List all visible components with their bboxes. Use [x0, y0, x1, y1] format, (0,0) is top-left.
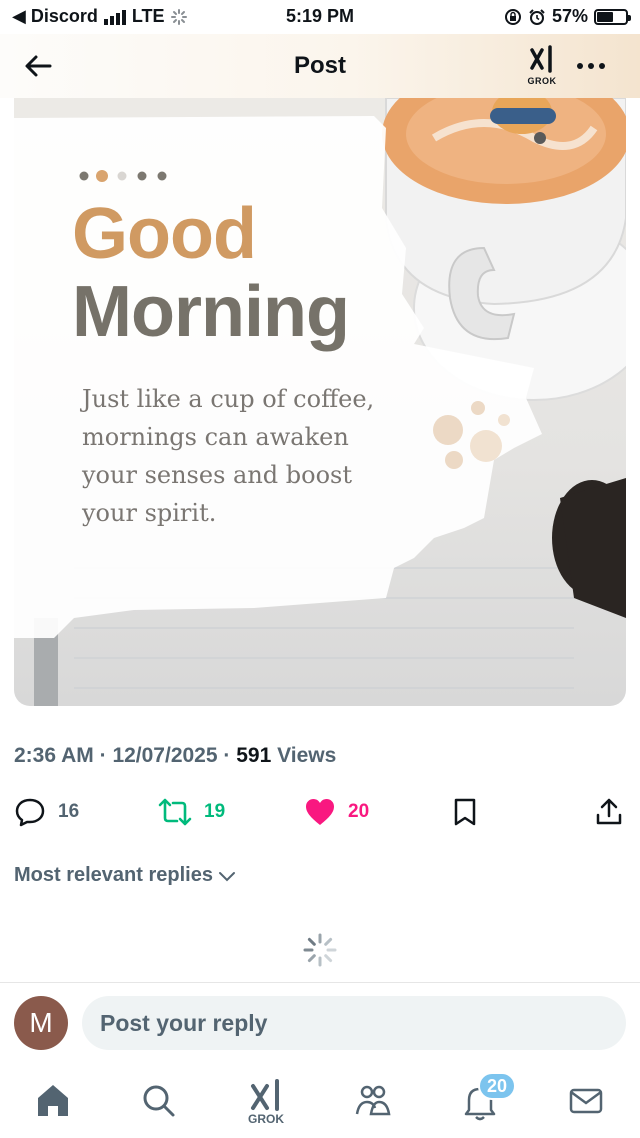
- grok-logo-icon: [530, 45, 552, 73]
- grok-tab-label: GROK: [248, 1112, 284, 1126]
- share-button[interactable]: [594, 790, 624, 834]
- post-image[interactable]: Good Morning Just like a cup of coffee, …: [14, 98, 626, 706]
- grok-button[interactable]: GROK: [522, 44, 562, 88]
- like-count: 20: [348, 801, 370, 822]
- home-icon[interactable]: [28, 1076, 78, 1126]
- battery-percent: 57%: [551, 6, 588, 26]
- like-button[interactable]: 20: [304, 790, 369, 834]
- repost-button[interactable]: 19: [158, 790, 225, 834]
- post-actions: 16 19 20: [0, 790, 640, 834]
- loading-spinner-icon: [303, 933, 337, 967]
- status-bar: ◀ Discord LTE 5:19 PM 57%: [0, 0, 640, 34]
- alarm-icon: [529, 8, 545, 25]
- bottom-tab-bar: GROK: [0, 1066, 640, 1138]
- headline-good: Good: [72, 194, 257, 274]
- post-image-tagline: Just like a cup of coffee, mornings can …: [82, 385, 375, 527]
- messages-icon[interactable]: [561, 1076, 611, 1126]
- status-right: 57%: [504, 6, 631, 27]
- notifications-badge: 20: [478, 1072, 516, 1100]
- search-icon[interactable]: [134, 1076, 184, 1126]
- grok-tab[interactable]: GROK: [241, 1076, 291, 1126]
- repost-icon: [158, 798, 192, 826]
- reply-count: 16: [58, 801, 80, 822]
- meta-separator: ·: [99, 744, 107, 767]
- reply-button[interactable]: 16: [14, 790, 79, 834]
- post-meta: 2:36 AM · 12/07/2025 · 591 Views: [14, 744, 336, 768]
- bookmark-icon: [454, 798, 476, 826]
- heart-filled-icon: [306, 799, 334, 825]
- replies-sort-dropdown[interactable]: Most relevant replies: [14, 864, 237, 887]
- meta-separator: ·: [223, 744, 231, 767]
- divider: [0, 982, 640, 983]
- user-avatar[interactable]: M: [14, 996, 68, 1050]
- top-nav-bar: Post GROK: [0, 34, 640, 98]
- views-label[interactable]: Views: [277, 744, 336, 767]
- grok-label: GROK: [527, 76, 557, 86]
- reply-input[interactable]: [82, 996, 626, 1050]
- grok-icon: [251, 1079, 279, 1111]
- battery-level: [597, 11, 613, 22]
- replies-sort-label: Most relevant replies: [14, 864, 213, 886]
- reply-bubble-icon: [15, 798, 45, 827]
- post-time[interactable]: 2:36 AM: [14, 744, 94, 767]
- views-count: 591: [236, 744, 272, 767]
- bookmark-button[interactable]: [452, 790, 478, 834]
- share-icon: [596, 798, 622, 825]
- headline-morning: Morning: [72, 272, 350, 352]
- post-date[interactable]: 12/07/2025: [112, 744, 217, 767]
- battery-icon: [594, 8, 631, 25]
- communities-icon[interactable]: [348, 1076, 398, 1126]
- more-options-icon[interactable]: [574, 54, 608, 78]
- orientation-lock-icon: [504, 8, 521, 25]
- repost-count: 19: [204, 801, 226, 822]
- chevron-down-icon: [218, 871, 235, 881]
